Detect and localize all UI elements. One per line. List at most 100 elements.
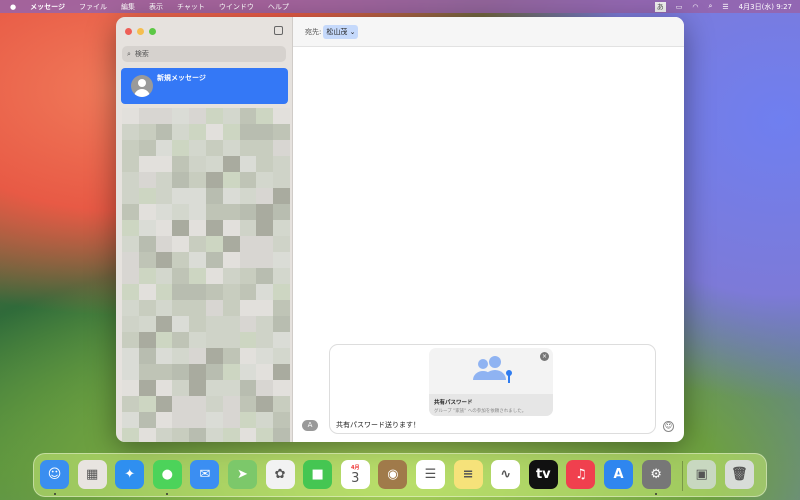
blurred-tile (138, 204, 156, 220)
trash-icon[interactable]: 🗑 (724, 460, 754, 489)
reminders-icon[interactable]: ☰ (416, 460, 445, 489)
blurred-tile (138, 332, 156, 348)
message-compose-box[interactable]: × 共有パスワード グループ "家族" への参加を依頼されました。 共有パスワー… (329, 344, 656, 434)
message-input[interactable]: 共有パスワード送ります！ (336, 420, 420, 430)
blurred-tile (239, 156, 257, 172)
menu-chat[interactable]: チャット (177, 2, 205, 12)
blurred-tile (205, 188, 223, 204)
apple-menu-icon[interactable]: ● (10, 3, 16, 11)
zoom-button[interactable] (149, 28, 156, 35)
recipient-bar: 宛先: 松山茂 ⌄ (293, 17, 684, 47)
blurred-tile (172, 156, 190, 172)
recipient-chip[interactable]: 松山茂 ⌄ (323, 24, 359, 39)
blurred-tile (155, 220, 173, 236)
blurred-tile (155, 156, 173, 172)
blurred-tile (205, 300, 223, 316)
blurred-tile (256, 108, 274, 124)
blurred-tile (222, 428, 240, 442)
menu-app[interactable]: メッセージ (30, 2, 65, 12)
app-store-icon[interactable]: A (604, 460, 633, 489)
conversation-new-message[interactable]: 新規メッセージ (121, 68, 288, 104)
blurred-tile (273, 156, 290, 172)
messages-icon[interactable]: ● (152, 460, 182, 489)
remove-attachment-button[interactable]: × (540, 352, 549, 361)
blurred-tile (138, 316, 156, 332)
input-mode-icon[interactable]: あ (654, 1, 666, 12)
menu-edit[interactable]: 編集 (121, 2, 135, 12)
sidebar: ⌕ 検索 新規メッセージ (116, 17, 293, 442)
clock[interactable]: 4月3日(水) 9:27 (739, 2, 792, 12)
blurred-tile (273, 396, 290, 412)
apple-tv-icon[interactable]: tv (528, 460, 558, 489)
blurred-tile (172, 204, 190, 220)
blurred-tile (155, 236, 173, 252)
blurred-tile (256, 396, 274, 412)
photos-icon[interactable]: ✿ (265, 460, 295, 489)
blurred-tile (273, 220, 290, 236)
blurred-tile (239, 364, 257, 380)
blurred-tile (189, 428, 206, 442)
mail-icon[interactable]: ✉ (190, 460, 220, 489)
freeform-icon[interactable]: ∿ (491, 460, 521, 489)
notes-icon[interactable]: ≡ (453, 460, 483, 489)
blurred-tile (256, 428, 274, 442)
blurred-tile (189, 220, 206, 236)
blurred-tile (256, 380, 274, 396)
blurred-tile (222, 124, 240, 140)
contacts-icon[interactable]: ◉ (378, 460, 408, 489)
blurred-tile (155, 332, 173, 348)
blurred-tile (189, 188, 206, 204)
battery-icon[interactable]: ▭ (676, 3, 683, 11)
shared-password-card[interactable]: × 共有パスワード グループ "家族" への参加を依頼されました。 (429, 348, 553, 416)
menu-window[interactable]: ウインドウ (219, 2, 254, 12)
blurred-tile (189, 332, 206, 348)
blurred-tile (256, 220, 274, 236)
downloads-stack-icon[interactable]: ▣ (687, 460, 717, 489)
blurred-tile (155, 172, 173, 188)
blurred-tile (273, 108, 290, 124)
facetime-icon[interactable]: ■ (303, 460, 333, 489)
blurred-tile (222, 364, 240, 380)
launchpad-icon[interactable]: ▦ (77, 460, 107, 489)
blurred-tile (172, 284, 190, 300)
blurred-tile (189, 268, 206, 284)
blurred-tile (172, 140, 190, 156)
blurred-tile (122, 332, 139, 348)
finder-icon[interactable]: ☺ (40, 460, 69, 489)
blurred-tile (205, 220, 223, 236)
wifi-icon[interactable]: ◠ (692, 3, 698, 11)
system-settings-icon[interactable]: ⚙ (641, 460, 671, 489)
maps-icon[interactable]: ➤ (228, 460, 257, 489)
blurred-tile (155, 428, 173, 442)
blurred-tile (155, 316, 173, 332)
blurred-tile (239, 316, 257, 332)
blurred-tile (189, 380, 206, 396)
blurred-tile (189, 284, 206, 300)
search-input[interactable]: ⌕ 検索 (122, 46, 286, 62)
close-button[interactable] (125, 28, 132, 35)
blurred-tile (189, 412, 206, 428)
music-icon[interactable]: ♫ (566, 460, 596, 489)
menu-help[interactable]: ヘルプ (268, 2, 289, 12)
blurred-tile (222, 332, 240, 348)
menu-view[interactable]: 表示 (149, 2, 163, 12)
blurred-tile (205, 204, 223, 220)
calendar-icon[interactable]: 4月 3 (340, 460, 370, 489)
blurred-tile (122, 156, 139, 172)
minimize-button[interactable] (137, 28, 144, 35)
blurred-tile (239, 204, 257, 220)
blurred-tile (273, 252, 290, 268)
blurred-tile (222, 412, 240, 428)
safari-icon[interactable]: ✦ (115, 460, 145, 489)
running-indicator (53, 493, 56, 495)
blurred-tile (172, 252, 190, 268)
control-center-icon[interactable]: ☰ (722, 3, 728, 11)
conversation-list-blurred[interactable] (122, 108, 290, 442)
compose-icon[interactable] (274, 26, 283, 35)
apps-button[interactable]: A (302, 420, 318, 431)
menu-file[interactable]: ファイル (79, 2, 107, 12)
emoji-button[interactable]: ☺ (663, 421, 674, 432)
blurred-tile (222, 156, 240, 172)
blurred-tile (222, 268, 240, 284)
spotlight-icon[interactable]: ⌕ (708, 2, 712, 11)
